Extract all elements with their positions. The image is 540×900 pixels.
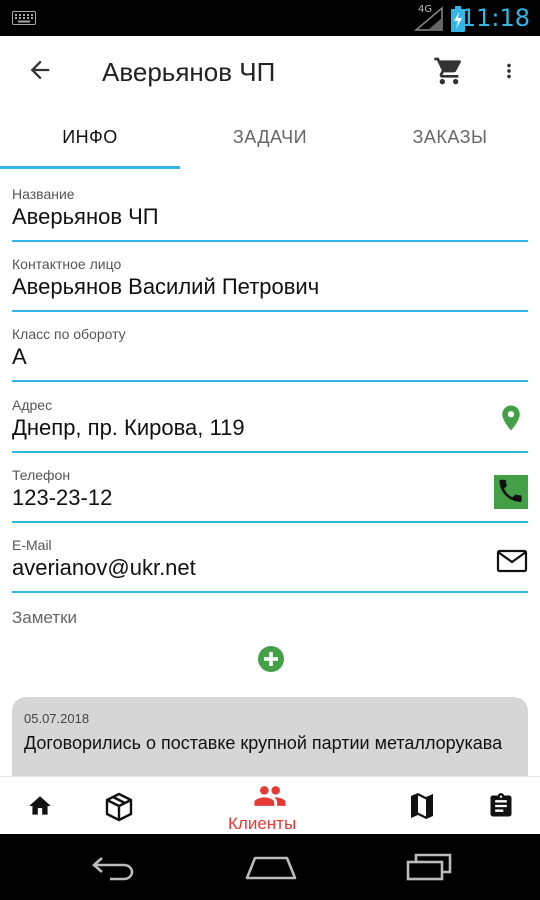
- note-text: Договорились о поставке крупной партии м…: [24, 733, 503, 753]
- keyboard-icon: [12, 11, 36, 30]
- address-label: Адрес: [12, 397, 53, 413]
- field-underline: [12, 240, 528, 242]
- status-time: 11:18: [460, 4, 530, 32]
- name-label: Название: [12, 186, 75, 202]
- note-date: 05.07.2018: [24, 711, 90, 726]
- field-underline: [12, 380, 528, 382]
- phone-icon[interactable]: [494, 475, 528, 514]
- field-underline: [12, 591, 528, 593]
- name-value[interactable]: Аверьянов ЧП: [12, 204, 159, 230]
- class-value[interactable]: А: [12, 344, 27, 370]
- nav-label-clients[interactable]: Клиенты: [228, 814, 296, 834]
- tab-tasks[interactable]: ЗАДАЧИ: [180, 106, 360, 172]
- system-recents-icon[interactable]: [404, 852, 454, 887]
- tab-indicator: [0, 166, 180, 169]
- system-nav-bar: [0, 834, 540, 900]
- page-title: Аверьянов ЧП: [102, 57, 276, 87]
- address-value[interactable]: Днепр, пр. Кирова, 119: [12, 415, 245, 441]
- field-underline: [12, 310, 528, 312]
- contact-value[interactable]: Аверьянов Василий Петрович: [12, 274, 319, 300]
- tab-info[interactable]: ИНФО: [0, 106, 180, 172]
- email-value[interactable]: averianov@ukr.net: [12, 555, 196, 581]
- system-back-icon[interactable]: [88, 852, 138, 887]
- cart-icon[interactable]: [432, 55, 466, 92]
- app-bar: Аверьянов ЧП: [0, 36, 540, 106]
- signal-icon: [413, 6, 444, 37]
- tab-orders[interactable]: ЗАКАЗЫ: [360, 106, 540, 172]
- phone-label: Телефон: [12, 467, 71, 483]
- mail-icon[interactable]: [496, 547, 528, 580]
- status-bar: 4G 11:18: [0, 0, 540, 36]
- more-vert-icon[interactable]: [498, 55, 520, 92]
- system-home-icon[interactable]: [243, 852, 299, 887]
- contact-label: Контактное лицо: [12, 256, 122, 272]
- email-label: E-Mail: [12, 537, 52, 553]
- location-pin-icon[interactable]: [496, 401, 526, 440]
- tab-bar: ИНФО ЗАДАЧИ ЗАКАЗЫ: [0, 106, 540, 172]
- bottom-nav: Клиенты: [0, 776, 540, 835]
- field-underline: [12, 521, 528, 523]
- class-label: Класс по обороту: [12, 326, 126, 342]
- phone-value[interactable]: 123-23-12: [12, 485, 112, 511]
- field-underline: [12, 451, 528, 453]
- arrow-back-icon[interactable]: [26, 56, 54, 89]
- add-circle-icon[interactable]: [257, 645, 285, 678]
- notes-label: Заметки: [12, 608, 78, 627]
